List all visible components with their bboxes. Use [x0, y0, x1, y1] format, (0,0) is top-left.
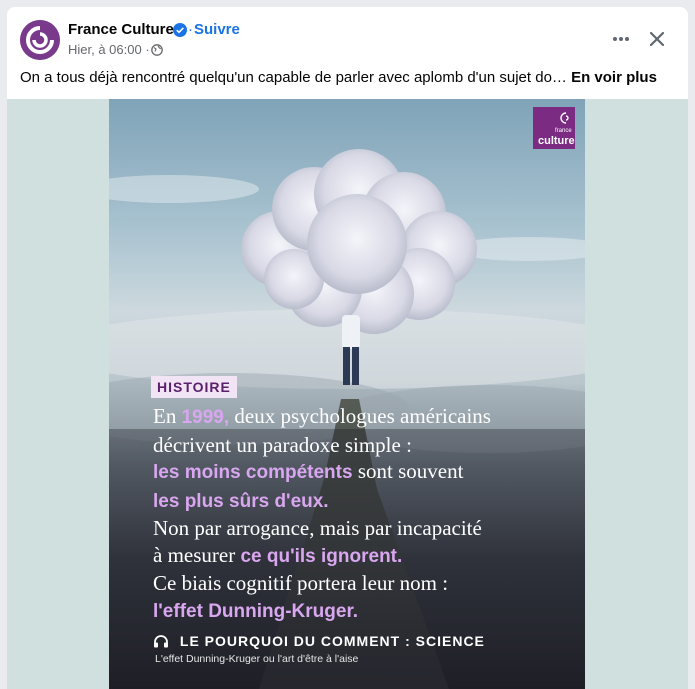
logo-small-text: france [555, 128, 572, 134]
headline-highlight: les plus sûrs d'eux. [153, 490, 329, 512]
headline-line: à mesurer ce qu'ils ignorent. [153, 542, 583, 571]
headline-text: décrivent un paradoxe simple : [153, 432, 412, 457]
show-title: LE POURQUOI DU COMMENT : SCIENCE [153, 633, 485, 649]
headline-text: sont souvent [352, 459, 464, 483]
follow-separator: · [188, 21, 193, 38]
post-media[interactable]: france culture HISTOIRE En 1999, deux ps… [7, 99, 688, 689]
headline-line: Non par arrogance, mais par incapacité [153, 515, 583, 542]
verified-badge-icon [173, 23, 187, 37]
headline-line: l'effet Dunning-Kruger. [153, 597, 583, 626]
headline-highlight: ce qu'ils ignorent. [240, 545, 403, 567]
follow-button[interactable]: Suivre [194, 21, 240, 38]
show-subtitle: L'effet Dunning-Kruger ou l'art d'être à… [155, 653, 359, 665]
headline-highlight: les moins compétents [153, 462, 353, 483]
radio-wave-icon [560, 112, 569, 124]
close-icon [649, 31, 665, 47]
close-button[interactable] [641, 23, 673, 55]
france-culture-logo-icon [20, 20, 60, 60]
headline-highlight: 1999, [181, 407, 230, 428]
headline-text: deux psychologues américains [229, 404, 491, 428]
cloud-shape [241, 149, 477, 334]
headphones-icon [154, 635, 168, 648]
headline-text: à mesurer [153, 542, 241, 567]
headline-line: décrivent un paradoxe simple : [153, 432, 583, 459]
headline-text: En [153, 404, 182, 428]
globe-icon [151, 44, 163, 56]
page-name[interactable]: France Culture [68, 21, 174, 38]
more-options-button[interactable] [605, 23, 637, 55]
headline-text: Non par arrogance, mais par incapacité [153, 516, 482, 540]
post-timestamp[interactable]: Hier, à 06:00 · [68, 42, 150, 57]
post-card: France Culture · Suivre Hier, à 06:00 · … [7, 7, 688, 689]
headline-line: les plus sûrs d'eux. [153, 487, 583, 516]
headline-line: les moins compétents sont souvent [153, 458, 583, 487]
see-more-link[interactable]: En voir plus [571, 69, 657, 86]
post-text: On a tous déjà rencontré quelqu'un capab… [20, 69, 657, 86]
headline-text: Ce biais cognitif portera leur nom : [153, 571, 449, 595]
poster-headline: En 1999, deux psychologues américains déc… [153, 403, 583, 625]
post-text-body: On a tous déjà rencontré quelqu'un capab… [20, 69, 567, 86]
show-title-text: LE POURQUOI DU COMMENT : SCIENCE [179, 633, 485, 649]
france-culture-logo: france culture [533, 107, 575, 149]
headline-line: En 1999, deux psychologues américains [153, 403, 583, 432]
logo-big-text: culture [538, 135, 575, 147]
post-header: France Culture · Suivre Hier, à 06:00 · … [7, 7, 688, 99]
headline-highlight: l'effet Dunning-Kruger. [153, 600, 359, 622]
headline-line: Ce biais cognitif portera leur nom : [153, 570, 583, 597]
category-tag: HISTOIRE [151, 376, 237, 398]
more-options-icon [613, 37, 629, 41]
poster-image[interactable]: france culture HISTOIRE En 1999, deux ps… [109, 99, 585, 689]
page-avatar[interactable] [20, 20, 60, 60]
